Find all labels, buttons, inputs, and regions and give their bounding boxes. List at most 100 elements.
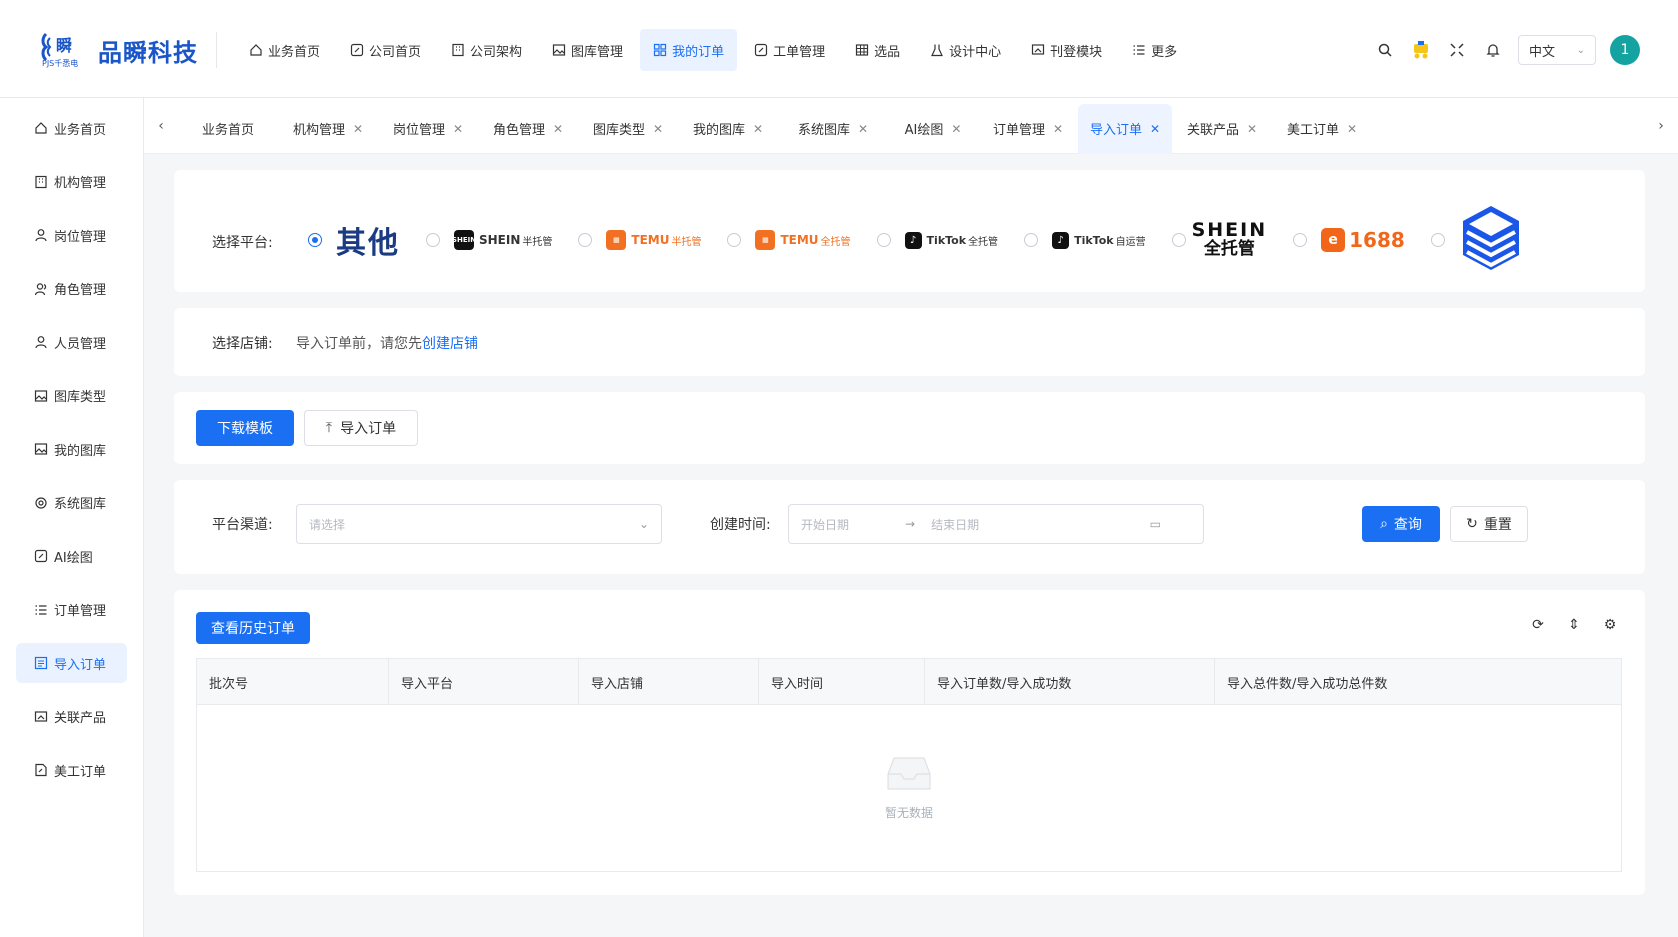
end-date-input[interactable]: 结束日期 bbox=[931, 516, 979, 533]
chevron-down-icon: ⌄ bbox=[1576, 44, 1585, 56]
radio[interactable] bbox=[727, 233, 742, 247]
sidebar-item-7[interactable]: 系统图库 bbox=[16, 483, 127, 523]
close-icon[interactable]: ✕ bbox=[1053, 122, 1063, 136]
alibaba-icon: e bbox=[1321, 228, 1346, 252]
grid-icon bbox=[653, 43, 667, 57]
platform-option-cube[interactable] bbox=[1430, 204, 1523, 276]
reset-button[interactable]: ↻ 重置 bbox=[1450, 506, 1528, 542]
tab-4[interactable]: 图库类型 ✕ bbox=[578, 104, 678, 154]
sidebar-item-0[interactable]: 业务首页 bbox=[16, 108, 127, 148]
platform-option-1688[interactable]: e 1688 bbox=[1293, 228, 1405, 252]
topnav-item-0[interactable]: 业务首页 bbox=[236, 29, 333, 71]
sidebar-item-8[interactable]: AI绘图 bbox=[16, 536, 127, 576]
alibaba-1688-name: 1688 bbox=[1349, 228, 1405, 252]
close-icon[interactable]: ✕ bbox=[1347, 122, 1357, 136]
close-icon[interactable]: ✕ bbox=[553, 122, 563, 136]
topnav-item-7[interactable]: 设计中心 bbox=[917, 29, 1014, 71]
topnav-item-9[interactable]: 更多 bbox=[1119, 29, 1190, 71]
building-icon bbox=[451, 43, 465, 57]
flask-icon bbox=[930, 43, 944, 57]
tab-7[interactable]: AI绘图 ✕ bbox=[888, 104, 978, 154]
sidebar-item-12[interactable]: 美工订单 bbox=[16, 750, 127, 790]
platform-option-shein-half[interactable]: SHEIN SHEIN 半托管 bbox=[426, 230, 552, 250]
tiktok-icon: ♪ bbox=[904, 231, 922, 249]
column-height-icon[interactable]: ⇕ bbox=[1565, 616, 1583, 634]
close-icon[interactable]: ✕ bbox=[453, 122, 463, 136]
radio[interactable] bbox=[1024, 233, 1039, 247]
tab-3[interactable]: 角色管理 ✕ bbox=[478, 104, 578, 154]
edit-icon bbox=[350, 43, 364, 57]
tab-6[interactable]: 系统图库 ✕ bbox=[778, 104, 888, 154]
topnav-item-1[interactable]: 公司首页 bbox=[337, 29, 434, 71]
platform-option-temu-half[interactable]: ▦ TEMU 半托管 bbox=[578, 230, 701, 250]
tab-5[interactable]: 我的图库 ✕ bbox=[678, 104, 778, 154]
tab-8[interactable]: 订单管理 ✕ bbox=[978, 104, 1078, 154]
platform-option-temu-full[interactable]: ▦ TEMU 全托管 bbox=[727, 230, 851, 250]
platform-option-other[interactable]: 其他 bbox=[308, 218, 400, 262]
sidebar-item-6[interactable]: 我的图库 bbox=[16, 429, 127, 469]
sidebar-item-11[interactable]: 关联产品 bbox=[16, 697, 127, 737]
date-range-picker[interactable]: 开始日期 → 结束日期 ▭ bbox=[788, 504, 1204, 544]
tab-11[interactable]: 美工订单 ✕ bbox=[1272, 104, 1372, 154]
avatar[interactable]: 1 bbox=[1610, 35, 1640, 65]
channel-select[interactable]: 请选择 ⌄ bbox=[296, 504, 662, 544]
radio-selected[interactable] bbox=[308, 233, 322, 247]
sidebar-item-5[interactable]: 图库类型 bbox=[16, 376, 127, 416]
import-orders-button[interactable]: ⤒ 导入订单 bbox=[304, 410, 418, 446]
tab-2[interactable]: 岗位管理 ✕ bbox=[378, 104, 478, 154]
platform-option-shein-full[interactable]: SHEIN 全托管 bbox=[1171, 221, 1268, 259]
topnav-item-3[interactable]: 图库管理 bbox=[539, 29, 636, 71]
topnav-item-6[interactable]: 选品 bbox=[842, 29, 913, 71]
sidebar-item-2[interactable]: 岗位管理 bbox=[16, 215, 127, 255]
topnav-item-8[interactable]: 刊登模块 bbox=[1018, 29, 1115, 71]
platform-option-tiktok-self[interactable]: ♪ TikTok 自运营 bbox=[1024, 231, 1146, 249]
radio[interactable] bbox=[1430, 233, 1445, 247]
sidebar-item-9[interactable]: 订单管理 bbox=[16, 590, 127, 630]
close-icon[interactable]: ✕ bbox=[951, 122, 961, 136]
close-icon[interactable]: ✕ bbox=[353, 122, 363, 136]
refresh-icon[interactable]: ⟳ bbox=[1529, 616, 1547, 634]
radio[interactable] bbox=[1171, 233, 1186, 247]
tabs-scroll-right-icon[interactable]: › bbox=[1644, 98, 1678, 154]
sidebar-item-3[interactable]: 角色管理 bbox=[16, 269, 127, 309]
radio[interactable] bbox=[1293, 233, 1308, 247]
search-icon: ⌕ bbox=[1380, 516, 1388, 532]
platform-option-tiktok-full[interactable]: ♪ TikTok 全托管 bbox=[876, 231, 998, 249]
platform-options: 其他 SHEIN SHEIN 半托管 ▦ TEMU 半托管 ▦ TEMU 全托管 bbox=[308, 206, 1549, 274]
close-icon[interactable]: ✕ bbox=[653, 122, 663, 136]
language-select[interactable]: 中文 ⌄ bbox=[1518, 35, 1596, 65]
topnav-item-4[interactable]: 我的订单 bbox=[640, 29, 738, 71]
sidebar-item-1[interactable]: 机构管理 bbox=[16, 162, 127, 202]
actions-card: 下载模板 ⤒ 导入订单 bbox=[174, 392, 1645, 464]
sidebar-item-10[interactable]: 导入订单 bbox=[16, 643, 127, 683]
topnav-item-2[interactable]: 公司架构 bbox=[438, 29, 535, 71]
gear-icon[interactable]: ⚙ bbox=[1601, 616, 1619, 634]
tab-1[interactable]: 机构管理 ✕ bbox=[278, 104, 378, 154]
close-icon[interactable]: ✕ bbox=[1247, 122, 1257, 136]
sidebar-item-4[interactable]: 人员管理 bbox=[16, 322, 127, 362]
radio[interactable] bbox=[578, 233, 593, 247]
fullscreen-icon[interactable] bbox=[1446, 39, 1468, 61]
tiktok-icon: ♪ bbox=[1052, 231, 1070, 249]
cart-icon[interactable] bbox=[1410, 39, 1432, 61]
close-icon[interactable]: ✕ bbox=[753, 122, 763, 136]
tabs-scroll-left-icon[interactable]: ‹ bbox=[144, 98, 178, 154]
bell-icon[interactable] bbox=[1482, 39, 1504, 61]
sidebar-item-label: 岗位管理 bbox=[54, 229, 107, 245]
tab-10[interactable]: 关联产品 ✕ bbox=[1172, 104, 1272, 154]
radio[interactable] bbox=[876, 233, 891, 247]
history-orders-button[interactable]: 查看历史订单 bbox=[196, 612, 310, 644]
query-button[interactable]: ⌕ 查询 bbox=[1362, 506, 1440, 542]
close-icon[interactable]: ✕ bbox=[1150, 122, 1160, 136]
radio[interactable] bbox=[426, 233, 440, 247]
close-icon[interactable]: ✕ bbox=[858, 122, 868, 136]
tab-9[interactable]: 导入订单 ✕ bbox=[1078, 103, 1173, 154]
topnav-item-5[interactable]: 工单管理 bbox=[741, 29, 838, 71]
tab-0[interactable]: 业务首页 bbox=[178, 104, 278, 154]
download-template-button[interactable]: 下载模板 bbox=[196, 410, 294, 446]
tab-label: 业务首页 bbox=[201, 123, 254, 138]
search-icon[interactable] bbox=[1374, 39, 1396, 61]
create-shop-link[interactable]: 创建店铺 bbox=[422, 336, 478, 352]
topnav-item-label: 刊登模块 bbox=[1050, 44, 1103, 60]
start-date-input[interactable]: 开始日期 bbox=[801, 516, 849, 533]
